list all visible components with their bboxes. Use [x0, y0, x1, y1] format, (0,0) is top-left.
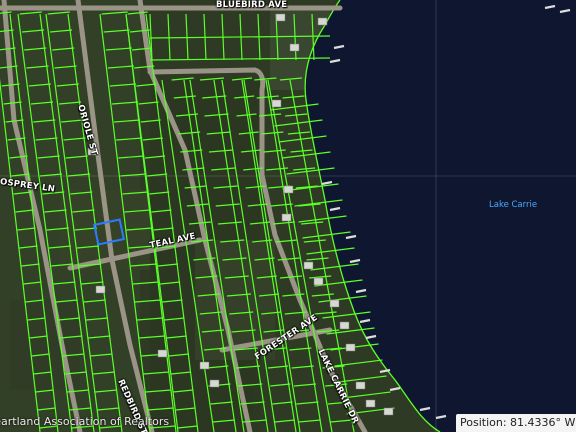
house — [289, 43, 300, 52]
position-readout: Position: 81.4336° W, 27.3 — [456, 414, 576, 432]
water-label-lake-carrie: Lake Carrie — [489, 200, 538, 210]
house — [313, 277, 324, 286]
house — [355, 381, 366, 390]
house — [317, 17, 328, 26]
house — [303, 261, 314, 270]
house — [383, 407, 394, 416]
house — [283, 185, 294, 194]
house — [95, 285, 106, 294]
house — [275, 13, 286, 22]
house — [339, 321, 350, 330]
house — [157, 349, 168, 358]
house — [271, 99, 282, 108]
street-label-bluebird-ave: BLUEBIRD AVE — [216, 0, 288, 10]
house — [209, 379, 220, 388]
house — [281, 213, 292, 222]
map-canvas[interactable] — [0, 0, 576, 432]
house — [345, 343, 356, 352]
house — [329, 299, 340, 308]
house — [199, 361, 210, 370]
map-attribution: Heartland Association of Realtors — [0, 415, 170, 428]
house — [365, 399, 376, 408]
map-viewport[interactable]: BLUEBIRD AVE ORIOLE ST OSPREY LN TEAL AV… — [0, 0, 576, 432]
